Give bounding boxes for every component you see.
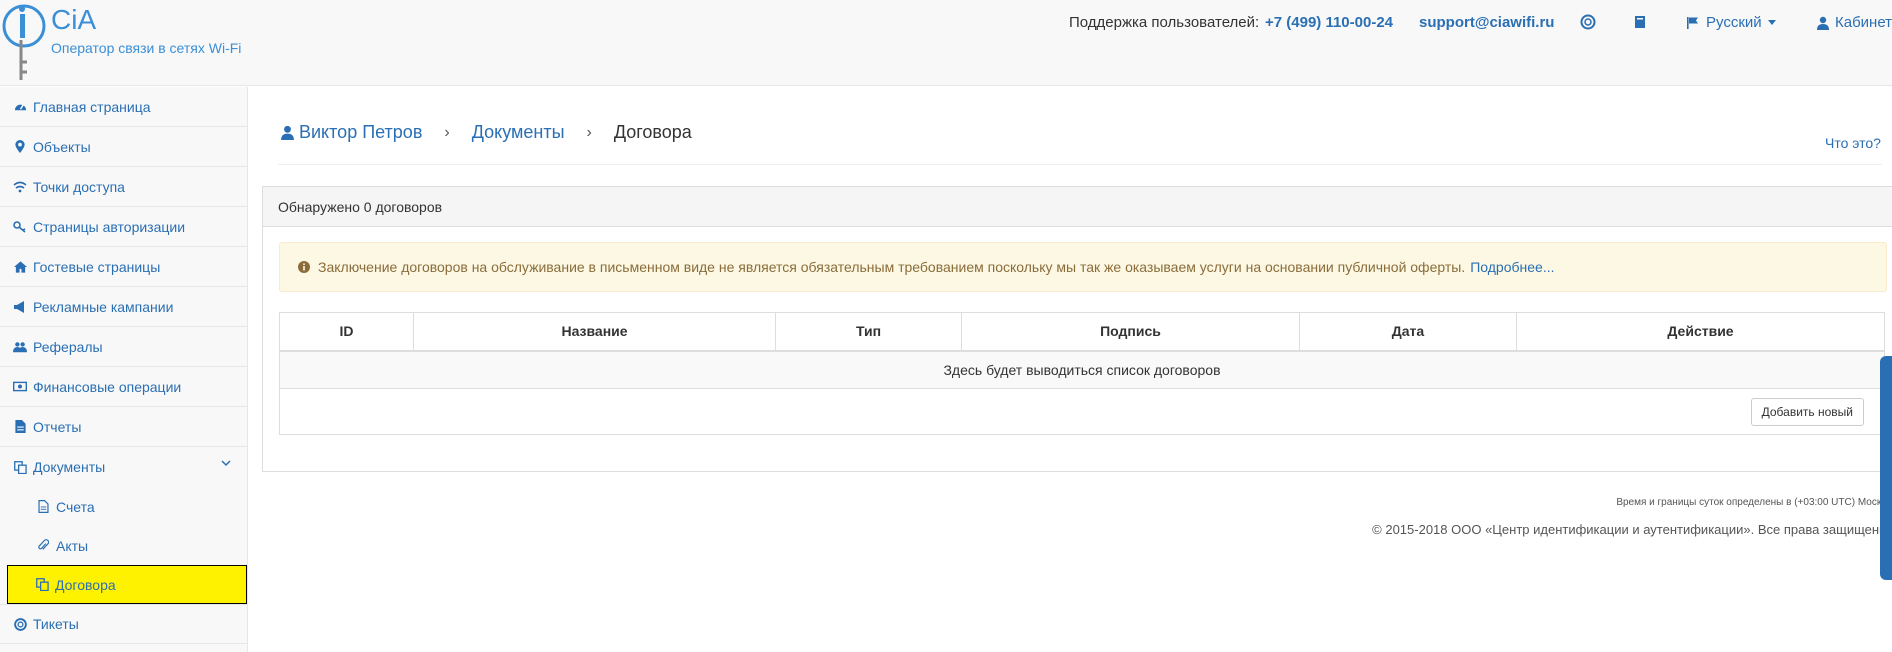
home-icon [13, 260, 27, 274]
wifi-icon [13, 180, 27, 194]
sidebar-item-label: Точки доступа [33, 178, 125, 195]
bullhorn-icon [13, 300, 27, 314]
key-icon [13, 220, 27, 234]
copyright: © 2015-2018 ООО «Центр идентификации и а… [1372, 522, 1892, 537]
sidebar-item-label: Рефералы [33, 338, 103, 355]
sidebar-item-label: Страницы авторизации [33, 218, 186, 235]
sidebar-item-finance[interactable]: Финансовые операции [0, 367, 247, 407]
sidebar-item-ad-campaigns[interactable]: Рекламные кампании [0, 287, 247, 327]
lifebuoy-icon [13, 617, 27, 631]
paperclip-icon [36, 539, 50, 553]
breadcrumb: Виктор Петров › Документы › Договора [281, 122, 692, 143]
feedback-widget-tab[interactable] [1880, 356, 1892, 580]
support-phone-link[interactable]: +7 (499) 110-00-24 [1265, 14, 1393, 31]
copy-icon [13, 460, 27, 474]
panel-heading: Обнаружено 0 договоров [263, 187, 1892, 227]
map-marker-icon [13, 140, 27, 154]
sidebar-item-auth-pages[interactable]: Страницы авторизации [0, 207, 247, 247]
column-header-type[interactable]: Тип [775, 312, 962, 352]
sidebar: Главная страница Объекты Точки доступа С… [0, 87, 248, 652]
sidebar-item-tickets[interactable]: Тикеты [0, 604, 247, 644]
caret-down-icon [1767, 19, 1776, 25]
timezone-note: Время и границы суток определены в (+03:… [1616, 497, 1892, 508]
sidebar-item-label: Гостевые страницы [33, 258, 161, 275]
sidebar-item-referrals[interactable]: Рефералы [0, 327, 247, 367]
what-is-this-link[interactable]: Что это? [1825, 135, 1881, 151]
sidebar-item-label: Отчеты [33, 418, 82, 435]
sidebar-item-dashboard[interactable]: Главная страница [0, 87, 247, 127]
cabinet-label: Кабинет [1835, 14, 1892, 31]
sidebar-subitem-invoices[interactable]: Счета [0, 487, 247, 526]
sidebar-item-objects[interactable]: Объекты [0, 127, 247, 167]
column-header-name[interactable]: Название [413, 312, 776, 352]
sidebar-subitem-acts[interactable]: Акты [0, 526, 247, 565]
sidebar-subitem-label: Счета [56, 498, 95, 515]
sidebar-item-guest-pages[interactable]: Гостевые страницы [0, 247, 247, 287]
breadcrumb-documents-link[interactable]: Документы [472, 122, 565, 143]
copy-icon [35, 578, 49, 592]
dashboard-icon [13, 100, 27, 114]
top-navbar: CiA Оператор связи в сетях Wi-Fi Поддерж… [0, 0, 1892, 86]
file-text-icon [36, 500, 50, 514]
file-icon [13, 420, 27, 434]
sidebar-item-label: Объекты [33, 138, 91, 155]
user-icon [1817, 16, 1829, 30]
sidebar-item-label: Главная страница [33, 98, 151, 115]
divider [278, 164, 1882, 165]
table-actions-cell: Добавить новый [279, 388, 1885, 435]
contracts-panel: Обнаружено 0 договоров Заключение догово… [262, 186, 1892, 472]
breadcrumb-separator-icon: › [586, 123, 592, 141]
flag-icon [1687, 16, 1698, 29]
sidebar-subitem-label: Акты [56, 537, 89, 554]
users-icon [13, 340, 27, 354]
column-header-action: Действие [1516, 312, 1885, 352]
empty-table-message: Здесь будет выводиться список договоров [279, 350, 1885, 389]
lifebuoy-icon[interactable] [1580, 14, 1596, 30]
cabinet-link[interactable]: Кабинет [1817, 14, 1892, 31]
user-icon [281, 125, 294, 140]
support-email-link[interactable]: support@ciawifi.ru [1419, 14, 1554, 31]
sidebar-item-documents[interactable]: Документы [0, 447, 247, 487]
table-actions-row: Добавить новый [279, 388, 1885, 435]
column-header-signature[interactable]: Подпись [961, 312, 1300, 352]
sidebar-item-label: Документы [33, 459, 106, 475]
sidebar-subitem-contracts[interactable]: Договора [7, 565, 247, 604]
add-new-button[interactable]: Добавить новый [1750, 397, 1864, 426]
alert-text: Заключение договоров на обслуживание в п… [318, 259, 1466, 275]
sidebar-item-reports[interactable]: Отчеты [0, 407, 247, 447]
info-circle-icon [298, 261, 310, 273]
support-label: Поддержка пользователей: [1069, 14, 1260, 31]
breadcrumb-separator-icon: › [444, 123, 450, 141]
contracts-table: ID Название Тип Подпись Дата Действие Зд… [279, 312, 1885, 435]
sidebar-item-access-points[interactable]: Точки доступа [0, 167, 247, 207]
breadcrumb-current: Договора [613, 122, 692, 142]
sidebar-item-label: Финансовые операции [33, 378, 182, 395]
table-header-row: ID Название Тип Подпись Дата Действие [279, 312, 1885, 352]
column-header-date[interactable]: Дата [1299, 312, 1517, 352]
sidebar-item-label: Тикеты [33, 616, 79, 632]
more-info-link[interactable]: Подробнее... [1470, 259, 1554, 275]
book-icon[interactable] [1632, 14, 1648, 30]
chevron-down-icon [221, 460, 231, 467]
language-dropdown[interactable]: Русский [1686, 14, 1776, 31]
language-label: Русский [1706, 14, 1762, 31]
brand-tagline: Оператор связи в сетях Wi-Fi [51, 40, 242, 56]
info-alert: Заключение договоров на обслуживание в п… [279, 242, 1887, 292]
sidebar-subitem-label: Договора [55, 576, 116, 593]
money-icon [13, 380, 27, 394]
table-row: Здесь будет выводиться список договоров [279, 350, 1885, 389]
brand-name[interactable]: CiA [51, 4, 96, 36]
sidebar-item-label: Рекламные кампании [33, 298, 174, 315]
breadcrumb-user-link[interactable]: Виктор Петров [299, 122, 422, 143]
column-header-id[interactable]: ID [279, 312, 414, 352]
